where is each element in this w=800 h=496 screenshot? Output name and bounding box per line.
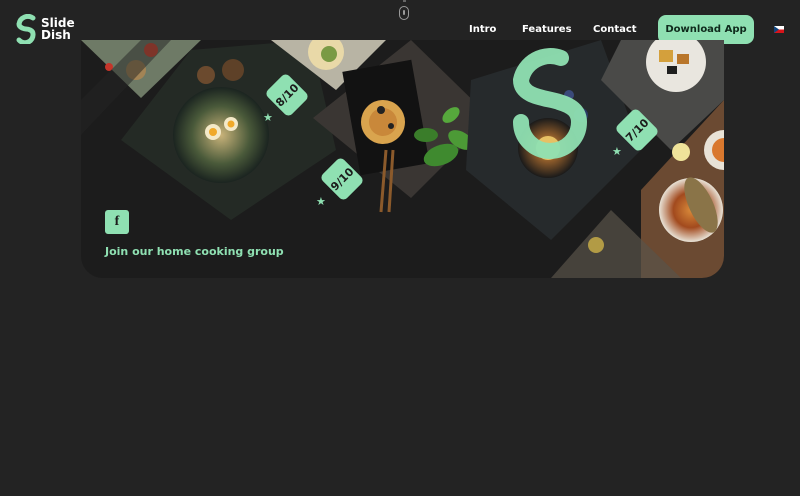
brand-logo[interactable]: Slide Dish [15, 14, 75, 44]
brand-name-line2: Dish [41, 28, 71, 42]
logo-s-icon [16, 14, 36, 44]
nav-contact[interactable]: Contact [593, 24, 637, 35]
czech-flag-icon[interactable] [774, 26, 784, 33]
nav-intro[interactable]: Intro [469, 24, 496, 35]
join-group-link[interactable]: Join our home cooking group [105, 245, 284, 258]
star-icon: ★ [612, 145, 622, 158]
scroll-line [403, 0, 406, 2]
food-collage [81, 40, 724, 278]
star-icon: ★ [316, 195, 326, 208]
star-icon: ★ [263, 111, 273, 124]
hero-card: ★ 8/10 ★ 9/10 ★ 7/10 f Join our home coo… [81, 40, 724, 278]
facebook-icon[interactable]: f [105, 210, 129, 234]
scroll-mouse-icon [399, 6, 409, 20]
nav-features[interactable]: Features [522, 24, 572, 35]
brand-name: Slide Dish [41, 17, 75, 41]
